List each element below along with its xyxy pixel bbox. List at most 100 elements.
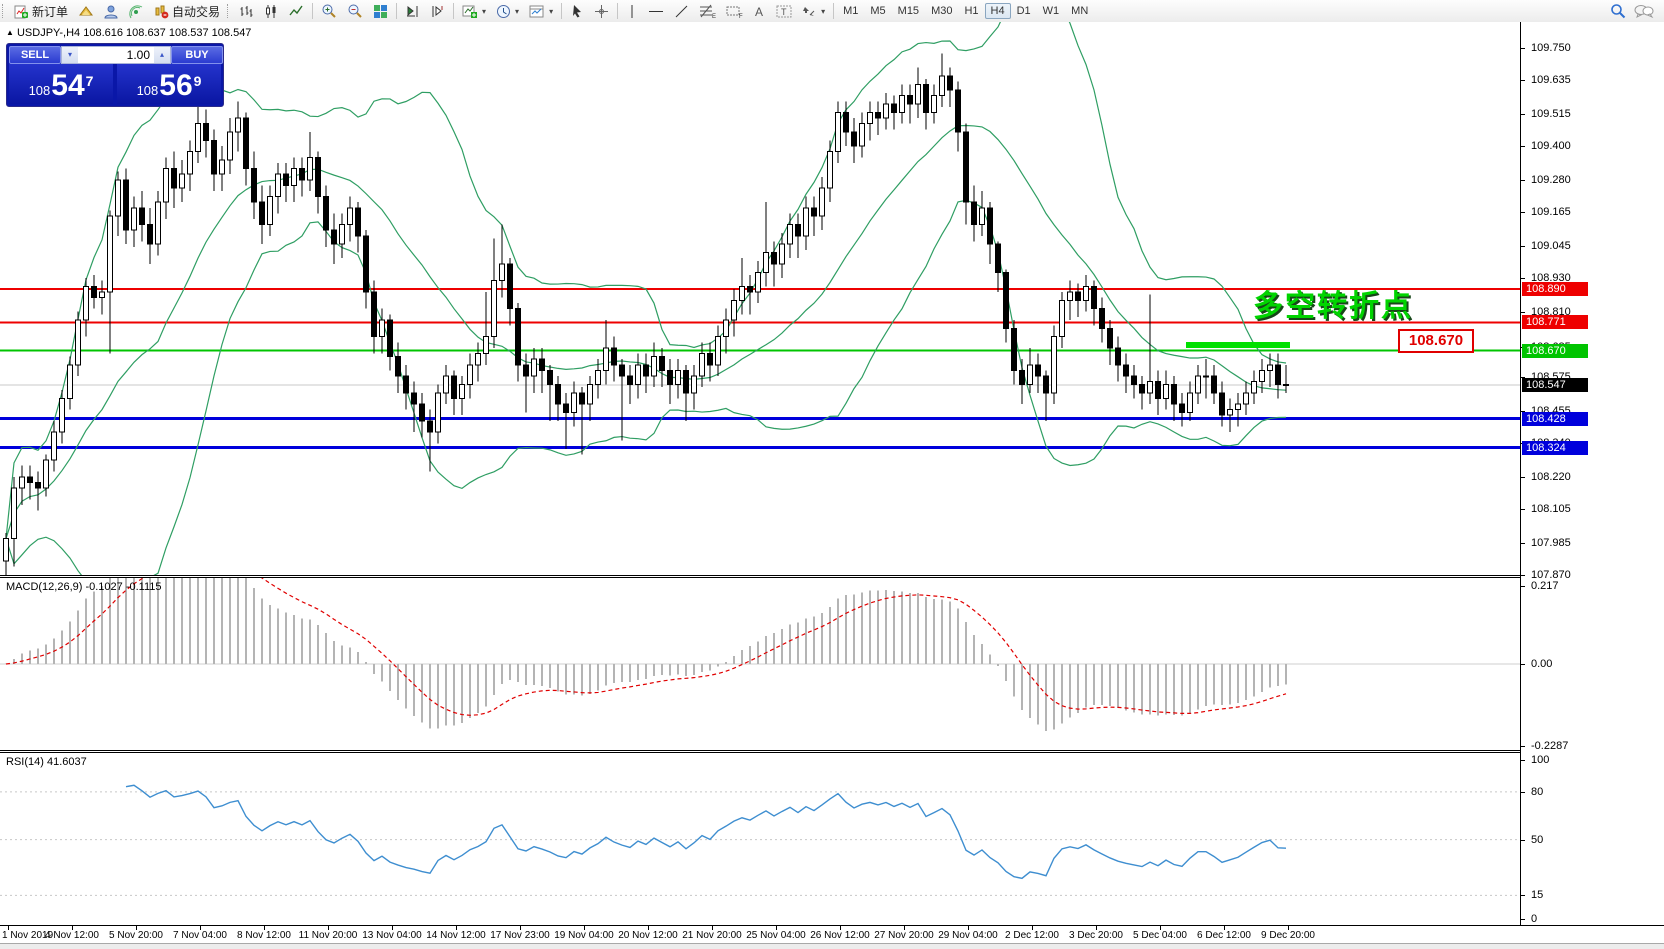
candle-body [396, 356, 401, 376]
axis-tick-mark [1521, 746, 1525, 747]
time-axis-label: 27 Nov 20:00 [874, 930, 934, 941]
text-button[interactable]: A [748, 0, 771, 22]
trendline-button[interactable] [669, 0, 694, 22]
panel-separator[interactable] [0, 575, 1664, 576]
toolbar-separator [312, 3, 313, 19]
chart-line-button[interactable] [284, 0, 309, 22]
crosshair-button[interactable] [589, 0, 614, 22]
search-icon[interactable] [1610, 3, 1626, 19]
zoom-out-button[interactable] [342, 0, 368, 22]
candle-body [404, 376, 409, 393]
panel-separator[interactable] [0, 750, 1664, 751]
macd-histogram-bar [21, 654, 23, 664]
time-axis-label: 13 Nov 04:00 [362, 930, 422, 941]
rsi-panel[interactable] [0, 753, 1520, 923]
hline-button[interactable] [643, 0, 669, 22]
fibonacci-button[interactable]: E [694, 0, 721, 22]
tf-m15-button[interactable]: M15 [892, 3, 925, 19]
candle-body [108, 216, 113, 292]
tf-d1-button[interactable]: D1 [1011, 3, 1037, 19]
text-label-button[interactable]: T [771, 0, 797, 22]
auto-scroll-button[interactable] [400, 0, 425, 22]
macd-histogram-bar [221, 578, 223, 664]
chart-shift-button[interactable] [425, 0, 450, 22]
candle-body [1204, 376, 1209, 377]
tf-m5-button[interactable]: M5 [864, 3, 891, 19]
buy-button[interactable]: BUY [171, 46, 223, 64]
rsi-axis-label: 50 [1531, 833, 1543, 847]
arrows-button[interactable]: ▾ [797, 0, 830, 22]
signals-button[interactable] [124, 0, 149, 22]
line-chart-icon [289, 4, 304, 19]
macd-histogram-bar [701, 664, 703, 672]
time-axis-label: 8 Nov 12:00 [237, 930, 291, 941]
macd-label: MACD(12,26,9) -0.1027 -0.1115 [6, 581, 162, 593]
chat-icon[interactable] [1634, 4, 1654, 19]
tf-w1-button[interactable]: W1 [1037, 3, 1066, 19]
time-axis-label: 5 Dec 04:00 [1133, 930, 1187, 941]
volume-decrease-button[interactable]: ▾ [62, 47, 78, 63]
macd-histogram-bar [269, 605, 271, 664]
candle-body [220, 160, 225, 174]
macd-histogram-bar [293, 615, 295, 664]
tf-h1-button[interactable]: H1 [958, 3, 984, 19]
macd-histogram-bar [517, 664, 519, 682]
candle-body [668, 370, 673, 384]
auto-scroll-icon [405, 4, 420, 19]
channel-icon: F [726, 4, 743, 19]
channel-button[interactable]: F [721, 0, 748, 22]
history-button[interactable] [73, 0, 99, 22]
collapse-triangle-icon[interactable]: ▲ [6, 28, 14, 37]
volume-input[interactable]: 1.00 [78, 47, 154, 63]
axis-tick-mark [1521, 760, 1525, 761]
new-order-button[interactable]: 新订单 [9, 0, 73, 22]
candle-body [660, 356, 665, 370]
vertical-line-icon [626, 4, 638, 19]
periods-button[interactable]: ▾ [491, 0, 524, 22]
autotrade-button[interactable]: 自动交易 [149, 0, 225, 22]
macd-panel[interactable] [0, 578, 1520, 748]
zoom-in-button[interactable] [316, 0, 342, 22]
candle-body [908, 96, 913, 104]
buy-price[interactable]: 108 56 9 [117, 64, 221, 104]
cursor-button[interactable] [565, 0, 589, 22]
macd-histogram-bar [733, 656, 735, 664]
macd-histogram-bar [605, 664, 607, 686]
vline-button[interactable] [621, 0, 643, 22]
svg-text:F: F [739, 14, 743, 19]
tile-windows-button[interactable] [368, 0, 393, 22]
new-chart-button[interactable]: ▾ [457, 0, 491, 22]
candle-body [804, 208, 809, 236]
tf-h4-button[interactable]: H4 [985, 3, 1011, 19]
macd-histogram-bar [229, 578, 231, 664]
tf-m30-button[interactable]: M30 [925, 3, 958, 19]
macd-histogram-bar [397, 664, 399, 700]
macd-histogram-bar [597, 664, 599, 691]
candle-body [228, 132, 233, 160]
price-axis[interactable]: 109.750109.635109.515109.400109.280109.1… [1520, 22, 1664, 925]
macd-histogram-bar [1093, 664, 1095, 705]
volume-increase-button[interactable]: ▴ [154, 47, 170, 63]
candle-body [788, 225, 793, 245]
macd-histogram-bar [541, 664, 543, 686]
macd-histogram-bar [837, 599, 839, 664]
axis-tick-mark [1521, 792, 1525, 793]
time-axis[interactable]: 1 Nov 20194 Nov 12:005 Nov 20:007 Nov 04… [0, 925, 1664, 944]
tf-m1-button[interactable]: M1 [837, 3, 864, 19]
sell-price[interactable]: 108 54 7 [9, 64, 113, 104]
candle-body [1132, 376, 1137, 384]
macd-histogram-bar [1165, 664, 1167, 714]
chart-candles-button[interactable] [259, 0, 284, 22]
macd-histogram-bar [1261, 664, 1263, 692]
candle-body [764, 253, 769, 273]
chart-bars-button[interactable] [234, 0, 259, 22]
profile-button[interactable] [99, 0, 124, 22]
candle-body [980, 208, 985, 225]
axis-tick-mark [1521, 664, 1525, 665]
macd-axis-label: 0.217 [1531, 579, 1559, 593]
tf-mn-button[interactable]: MN [1065, 3, 1094, 19]
macd-histogram-bar [853, 595, 855, 664]
macd-histogram-bar [429, 664, 431, 729]
sell-button[interactable]: SELL [9, 46, 61, 64]
templates-button[interactable]: ▾ [524, 0, 558, 22]
